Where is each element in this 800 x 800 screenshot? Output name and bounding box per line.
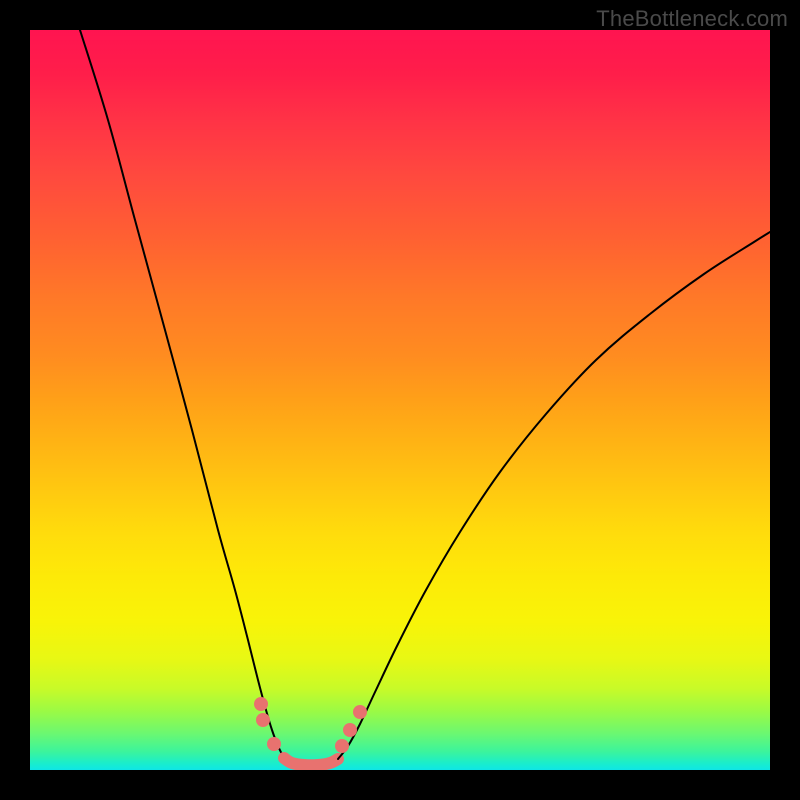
series-group: [80, 30, 770, 765]
series-left-branch: [80, 30, 284, 758]
curve-overlay: [30, 30, 770, 770]
series-right-branch: [338, 232, 770, 759]
marker-dot-0: [254, 697, 268, 711]
marker-dot-5: [353, 705, 367, 719]
marker-dot-4: [343, 723, 357, 737]
marker-dot-2: [267, 737, 281, 751]
plot-area: [30, 30, 770, 770]
series-bottom-flat: [284, 758, 338, 765]
watermark-text: TheBottleneck.com: [596, 6, 788, 32]
marker-dot-3: [335, 739, 349, 753]
marker-dot-1: [256, 713, 270, 727]
